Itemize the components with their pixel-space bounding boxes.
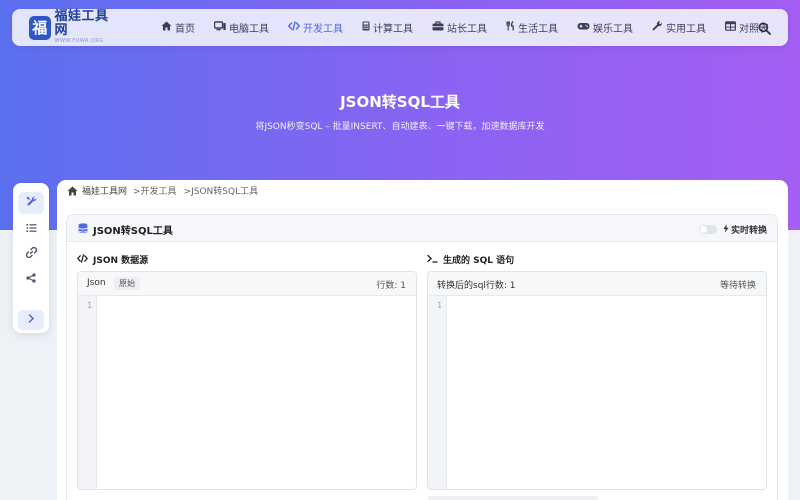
wrench-icon [652,21,663,34]
nav-item-label: 生活工具 [518,24,558,35]
sql-editor-label: 转换后的sql行数: 1 [437,281,516,291]
terminal-icon [427,254,438,266]
json-editor[interactable]: Json 原始 行数: 1 1 [77,271,417,490]
sql-output-area[interactable] [448,296,766,489]
share-icon [26,272,36,286]
nav-item-computer[interactable]: 电脑工具 [213,20,269,35]
sql-editor-header: 转换后的sql行数: 1 等待转换 [428,272,766,296]
nav-item-label: 电脑工具 [229,24,269,35]
nav-item-home[interactable]: 首页 [161,20,195,35]
main-content: 福娃工具网 >开发工具 >JSON转SQL工具 JSON转SQL工具 实时转换 [57,180,788,500]
bolt-icon [723,223,729,236]
raw-tag: 原始 [114,277,140,290]
json-line-gutter: 1 [78,296,97,489]
nav-item-dev-tools[interactable]: 开发工具 [287,20,343,35]
realtime-switch[interactable]: 实时转换 [698,223,767,236]
logo-mark: 福 [29,15,51,40]
sql-editor[interactable]: 转换后的sql行数: 1 等待转换 1 [427,271,767,490]
home-icon [161,21,172,34]
breadcrumb-current: >JSON转SQL工具 [183,187,259,197]
nav-menu: 首页 电脑工具 开发工具 计算工具 站长工具 生活工具 娱乐工具 实用工具 对照… [161,20,788,35]
top-navbar: 福 福娃工具网 WWW.FUWA.ORG 首页 电脑工具 开发工具 计算工具 站… [12,9,788,46]
json-editor-label: Json [87,278,106,288]
home-icon[interactable] [67,186,78,196]
computer-icon [213,21,226,34]
side-toolbar [13,183,49,333]
utensils-icon [506,20,515,34]
json-input-area[interactable] [98,296,416,489]
list-button[interactable] [18,218,44,240]
nav-item-life[interactable]: 生活工具 [506,20,558,35]
nav-item-label: 开发工具 [303,24,343,35]
output-section-label: 生成的 SQL 语句 [443,256,515,266]
link-icon [25,246,37,261]
breadcrumb: 福娃工具网 >开发工具 >JSON转SQL工具 [67,184,259,197]
nav-item-webmaster[interactable]: 站长工具 [432,20,487,35]
input-section-title: JSON 数据源 [76,253,149,266]
input-section-label: JSON 数据源 [93,256,149,266]
nav-item-label: 计算工具 [373,24,413,35]
link-button[interactable] [18,243,44,265]
search-icon[interactable] [758,20,772,35]
line-number: 1 [437,301,442,310]
page-subtitle: 将JSON秒变SQL – 批量INSERT、自动建表、一键下载，加速数据库开发 [255,122,545,132]
site-logo[interactable]: 福 福娃工具网 WWW.FUWA.ORG [29,10,115,45]
breadcrumb-dev-tools[interactable]: >开发工具 [133,184,177,197]
calculator-icon [362,21,370,34]
panel-title-text: JSON转SQL工具 [93,226,173,237]
nav-item-label: 首页 [175,24,195,35]
nav-item-calculator[interactable]: 计算工具 [362,20,413,35]
tool-panel: JSON转SQL工具 实时转换 JSON 数据源 Json 原始 行数: 1 1… [66,214,778,500]
nav-item-label: 娱乐工具 [593,24,633,35]
expand-sidebar-button[interactable] [18,310,44,330]
gamepad-icon [577,21,590,34]
chevron-right-icon [28,314,35,326]
list-icon [26,223,37,236]
tools-button[interactable] [18,192,44,214]
realtime-toggle[interactable] [698,225,717,234]
toolbox-icon [432,21,444,34]
table-icon [725,21,737,34]
panel-header: JSON转SQL工具 实时转换 [67,215,777,242]
share-button[interactable] [18,268,44,290]
logo-name: 福娃工具网 [54,9,109,38]
nav-item-label: 实用工具 [666,24,706,35]
nav-item-utility[interactable]: 实用工具 [652,20,706,35]
json-editor-header: Json 原始 行数: 1 [78,272,416,296]
page-title: JSON转SQL工具 [340,93,460,111]
logo-subtitle: WWW.FUWA.ORG [54,38,104,44]
code-icon [287,21,301,34]
realtime-label: 实时转换 [730,226,767,236]
action-bar-edge [428,496,598,500]
database-icon [78,222,88,237]
code-icon [76,253,89,266]
panel-title: JSON转SQL工具 [78,222,173,237]
nav-item-entertainment[interactable]: 娱乐工具 [577,20,633,35]
line-number: 1 [87,301,92,310]
output-section-title: 生成的 SQL 语句 [427,253,514,266]
breadcrumb-home[interactable]: 福娃工具网 [82,184,127,197]
sql-line-gutter: 1 [428,296,447,489]
sql-status: 等待转换 [719,281,756,291]
tools-icon [26,196,37,210]
json-line-count: 行数: 1 [376,281,406,291]
nav-item-label: 站长工具 [447,24,487,35]
